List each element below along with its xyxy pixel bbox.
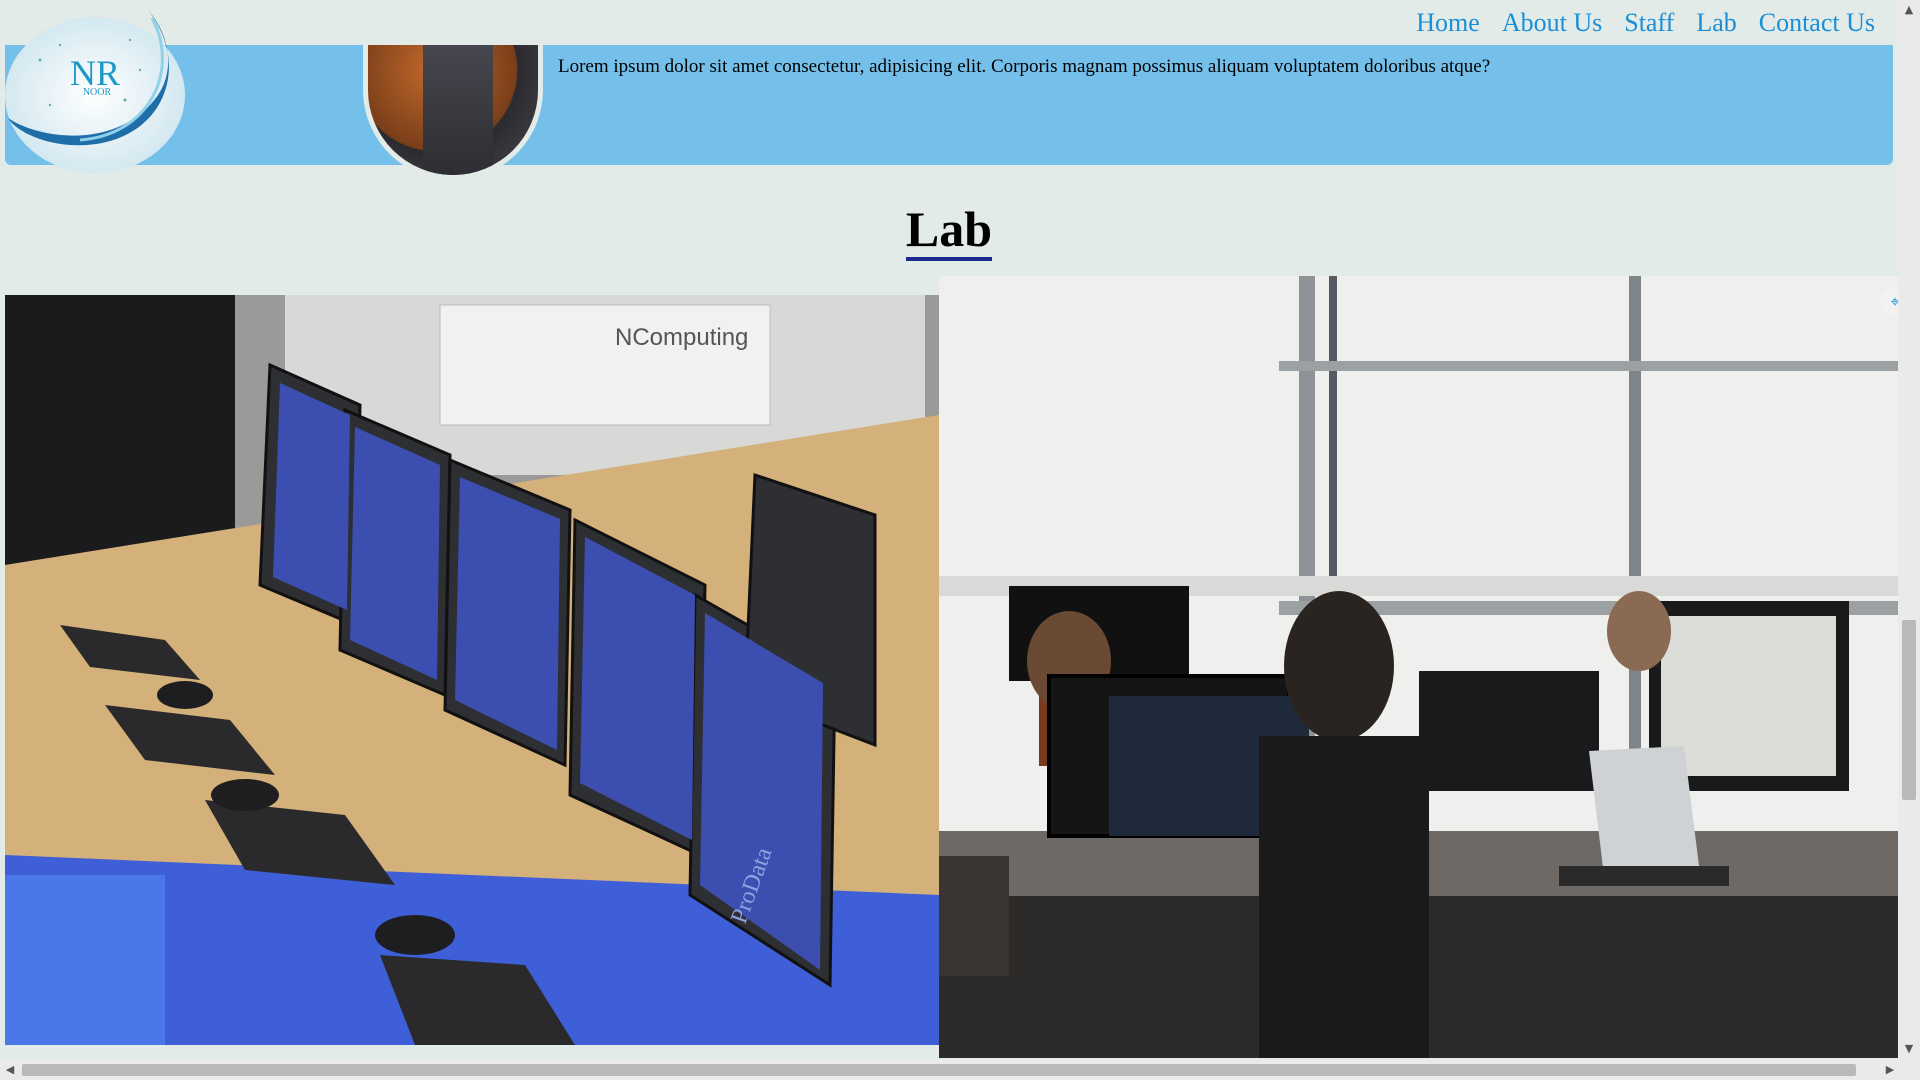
nav-home[interactable]: Home	[1416, 8, 1480, 38]
section-title: Lab	[0, 200, 1898, 261]
lab-photo-office	[939, 276, 1898, 1058]
vertical-scrollbar[interactable]: ▲ ▼	[1898, 0, 1920, 1060]
scroll-left-icon[interactable]: ◀	[3, 1063, 17, 1077]
horizontal-scrollbar[interactable]: ◀ ▶	[0, 1060, 1920, 1080]
scroll-up-icon[interactable]: ▲	[1902, 3, 1916, 17]
banner-text: Lorem ipsum dolor sit amet consectetur, …	[558, 56, 1491, 77]
lab-heading: Lab	[905, 201, 993, 261]
nav-about-us[interactable]: About Us	[1502, 8, 1602, 38]
site-logo[interactable]: NR NOOR	[0, 0, 195, 175]
nav-links: Home About Us Staff Lab Contact Us	[1416, 8, 1875, 38]
profile-avatar	[363, 25, 543, 180]
nav-contact-us[interactable]: Contact Us	[1759, 8, 1875, 38]
vertical-scroll-thumb[interactable]	[1902, 620, 1916, 800]
avatar-figure	[423, 25, 493, 175]
logo-subtext: NOOR	[83, 87, 112, 98]
top-navbar: Home About Us Staff Lab Contact Us	[0, 0, 1898, 45]
horizontal-scroll-thumb[interactable]	[22, 1064, 1856, 1076]
scroll-down-icon[interactable]: ▼	[1902, 1042, 1916, 1056]
profile-banner: Lorem ipsum dolor sit amet consectetur, …	[5, 25, 1893, 180]
ncomputing-sign: NComputing	[615, 324, 748, 351]
nav-staff[interactable]: Staff	[1624, 8, 1674, 38]
scroll-right-icon[interactable]: ▶	[1883, 1063, 1897, 1077]
nav-lab[interactable]: Lab	[1696, 8, 1736, 38]
lab-photo-computers: NComputing ProData	[5, 295, 939, 1045]
